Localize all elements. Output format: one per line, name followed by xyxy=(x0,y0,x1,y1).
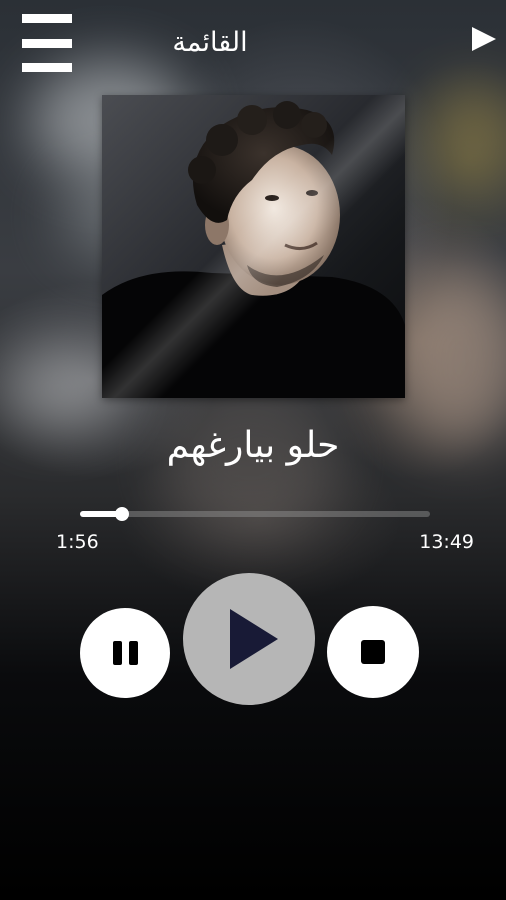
stop-icon xyxy=(361,640,385,664)
play-icon-header[interactable] xyxy=(472,27,496,51)
album-art xyxy=(102,95,405,398)
total-time: 13:49 xyxy=(419,531,474,553)
pause-icon xyxy=(112,641,138,665)
stop-button[interactable] xyxy=(327,606,419,698)
header-title[interactable]: القائمة xyxy=(150,27,270,58)
play-button[interactable] xyxy=(183,573,315,705)
progress-bar[interactable] xyxy=(80,507,430,521)
pause-button[interactable] xyxy=(80,608,170,698)
play-icon xyxy=(230,609,278,669)
song-title: حلو بيارغهم xyxy=(166,425,340,466)
progress-thumb[interactable] xyxy=(115,507,129,521)
elapsed-time: 1:56 xyxy=(56,531,99,553)
menu-icon[interactable] xyxy=(22,14,72,72)
